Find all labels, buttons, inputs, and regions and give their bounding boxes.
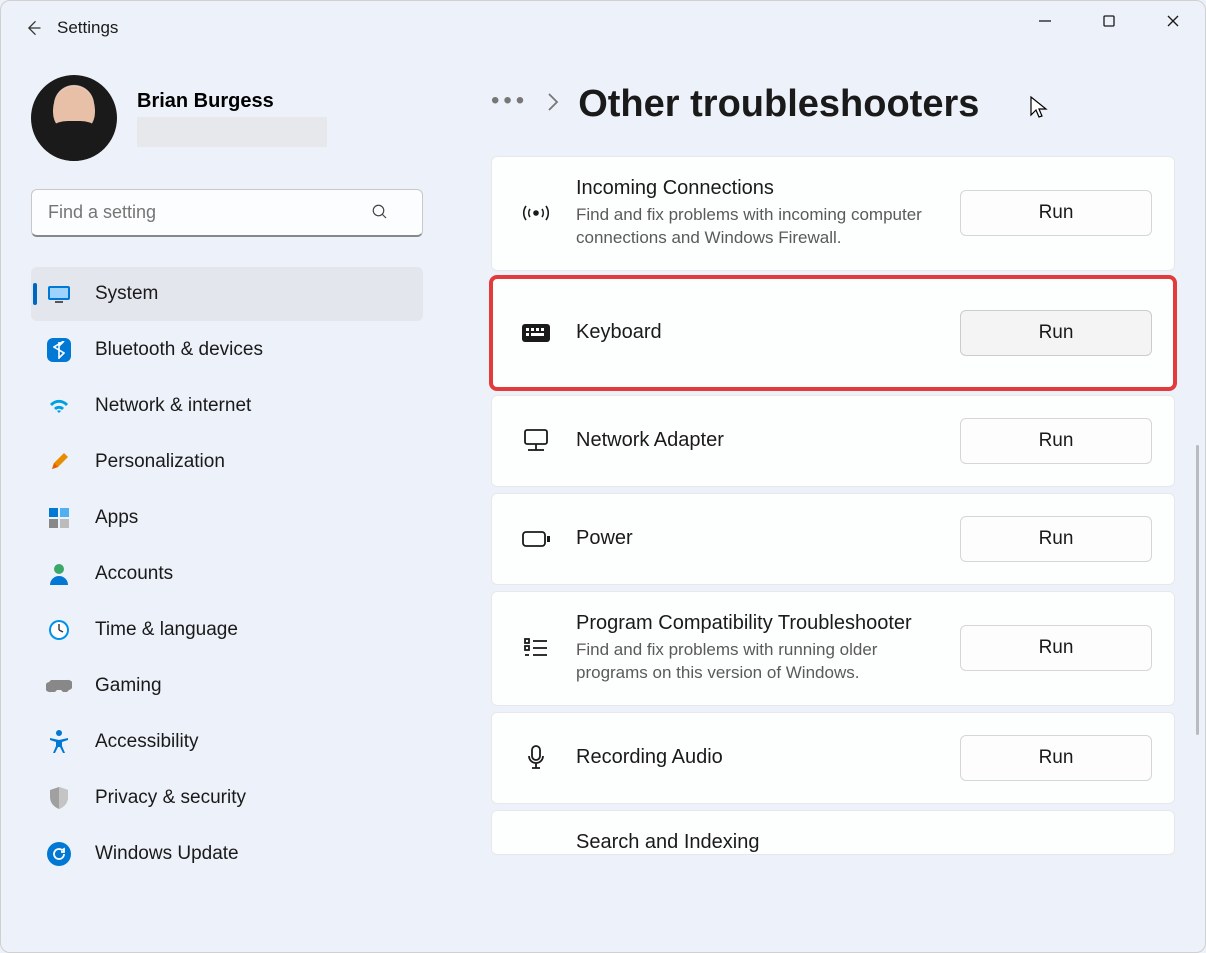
sidebar-item-label: Time & language xyxy=(95,619,238,641)
search-input[interactable] xyxy=(31,189,423,237)
app-title: Settings xyxy=(57,18,118,38)
sidebar-item-gaming[interactable]: Gaming xyxy=(31,659,423,713)
search-container xyxy=(31,189,421,237)
sidebar-item-bluetooth[interactable]: Bluetooth & devices xyxy=(31,323,423,377)
keyboard-icon xyxy=(514,323,558,343)
troubleshooter-search-indexing: Search and Indexing xyxy=(491,810,1175,855)
apps-icon xyxy=(45,506,73,530)
sidebar-item-privacy[interactable]: Privacy & security xyxy=(31,771,423,825)
card-desc: Find and fix problems with running older… xyxy=(576,639,940,685)
troubleshooter-recording-audio: Recording Audio Run xyxy=(491,712,1175,804)
scrollbar[interactable] xyxy=(1196,445,1199,735)
search-icon xyxy=(371,203,389,226)
breadcrumb-ellipsis[interactable]: ••• xyxy=(491,87,528,123)
card-title: Power xyxy=(576,527,940,550)
sidebar-item-network[interactable]: Network & internet xyxy=(31,379,423,433)
page-title: Other troubleshooters xyxy=(578,83,979,126)
microphone-icon xyxy=(514,744,558,772)
clock-icon xyxy=(45,618,73,642)
sidebar-item-label: Privacy & security xyxy=(95,787,246,809)
run-button[interactable]: Run xyxy=(960,516,1152,562)
avatar xyxy=(31,75,117,161)
shield-icon xyxy=(45,786,73,810)
run-button[interactable]: Run xyxy=(960,625,1152,671)
wifi-icon xyxy=(45,394,73,418)
nav-list: System Bluetooth & devices Network & int… xyxy=(31,267,431,881)
sidebar-item-label: Accounts xyxy=(95,563,173,585)
sidebar-item-update[interactable]: Windows Update xyxy=(31,827,423,881)
sidebar-item-label: Personalization xyxy=(95,451,225,473)
update-icon xyxy=(45,842,73,866)
battery-icon xyxy=(514,530,558,548)
content-area: ••• Other troubleshooters Incoming Conne… xyxy=(431,55,1205,952)
breadcrumb: ••• Other troubleshooters xyxy=(491,83,1175,126)
card-title: Network Adapter xyxy=(576,429,940,452)
titlebar: Settings xyxy=(1,1,1205,55)
troubleshooter-power: Power Run xyxy=(491,493,1175,585)
run-button[interactable]: Run xyxy=(960,735,1152,781)
card-title: Search and Indexing xyxy=(576,831,1132,854)
card-desc: Find and fix problems with incoming comp… xyxy=(576,204,940,250)
window-controls xyxy=(1013,1,1205,41)
sidebar-item-label: Accessibility xyxy=(95,731,198,753)
sidebar-item-apps[interactable]: Apps xyxy=(31,491,423,545)
troubleshooter-list: Incoming Connections Find and fix proble… xyxy=(491,156,1175,855)
troubleshooter-network-adapter: Network Adapter Run xyxy=(491,395,1175,487)
brush-icon xyxy=(45,450,73,474)
gamepad-icon xyxy=(45,674,73,698)
bluetooth-icon xyxy=(45,338,73,362)
sidebar-item-label: Bluetooth & devices xyxy=(95,339,263,361)
sidebar-item-label: Network & internet xyxy=(95,395,251,417)
list-settings-icon xyxy=(514,636,558,660)
profile-name: Brian Burgess xyxy=(137,90,327,113)
person-icon xyxy=(45,562,73,586)
troubleshooter-keyboard: Keyboard Run xyxy=(491,277,1175,389)
sidebar: Brian Burgess System xyxy=(1,55,431,952)
sidebar-item-label: Windows Update xyxy=(95,843,239,865)
sidebar-item-accounts[interactable]: Accounts xyxy=(31,547,423,601)
monitor-network-icon xyxy=(514,428,558,454)
card-title: Program Compatibility Troubleshooter xyxy=(576,612,940,635)
close-button[interactable] xyxy=(1141,1,1205,41)
sidebar-item-personalization[interactable]: Personalization xyxy=(31,435,423,489)
card-title: Keyboard xyxy=(576,321,940,344)
maximize-button[interactable] xyxy=(1077,1,1141,41)
profile[interactable]: Brian Burgess xyxy=(31,75,431,161)
troubleshooter-incoming-connections: Incoming Connections Find and fix proble… xyxy=(491,156,1175,271)
card-title: Incoming Connections xyxy=(576,177,940,200)
profile-subtext xyxy=(137,117,327,147)
back-button[interactable] xyxy=(11,8,55,48)
run-button[interactable]: Run xyxy=(960,190,1152,236)
sidebar-item-accessibility[interactable]: Accessibility xyxy=(31,715,423,769)
accessibility-icon xyxy=(45,730,73,754)
sidebar-item-label: Gaming xyxy=(95,675,162,697)
sidebar-item-label: System xyxy=(95,283,158,305)
sidebar-item-label: Apps xyxy=(95,507,138,529)
sidebar-item-system[interactable]: System xyxy=(31,267,423,321)
antenna-icon xyxy=(514,200,558,226)
troubleshooter-program-compatibility: Program Compatibility Troubleshooter Fin… xyxy=(491,591,1175,706)
card-title: Recording Audio xyxy=(576,746,940,769)
system-icon xyxy=(45,282,73,306)
minimize-button[interactable] xyxy=(1013,1,1077,41)
chevron-right-icon xyxy=(546,92,560,118)
run-button[interactable]: Run xyxy=(960,310,1152,356)
run-button[interactable]: Run xyxy=(960,418,1152,464)
sidebar-item-time[interactable]: Time & language xyxy=(31,603,423,657)
